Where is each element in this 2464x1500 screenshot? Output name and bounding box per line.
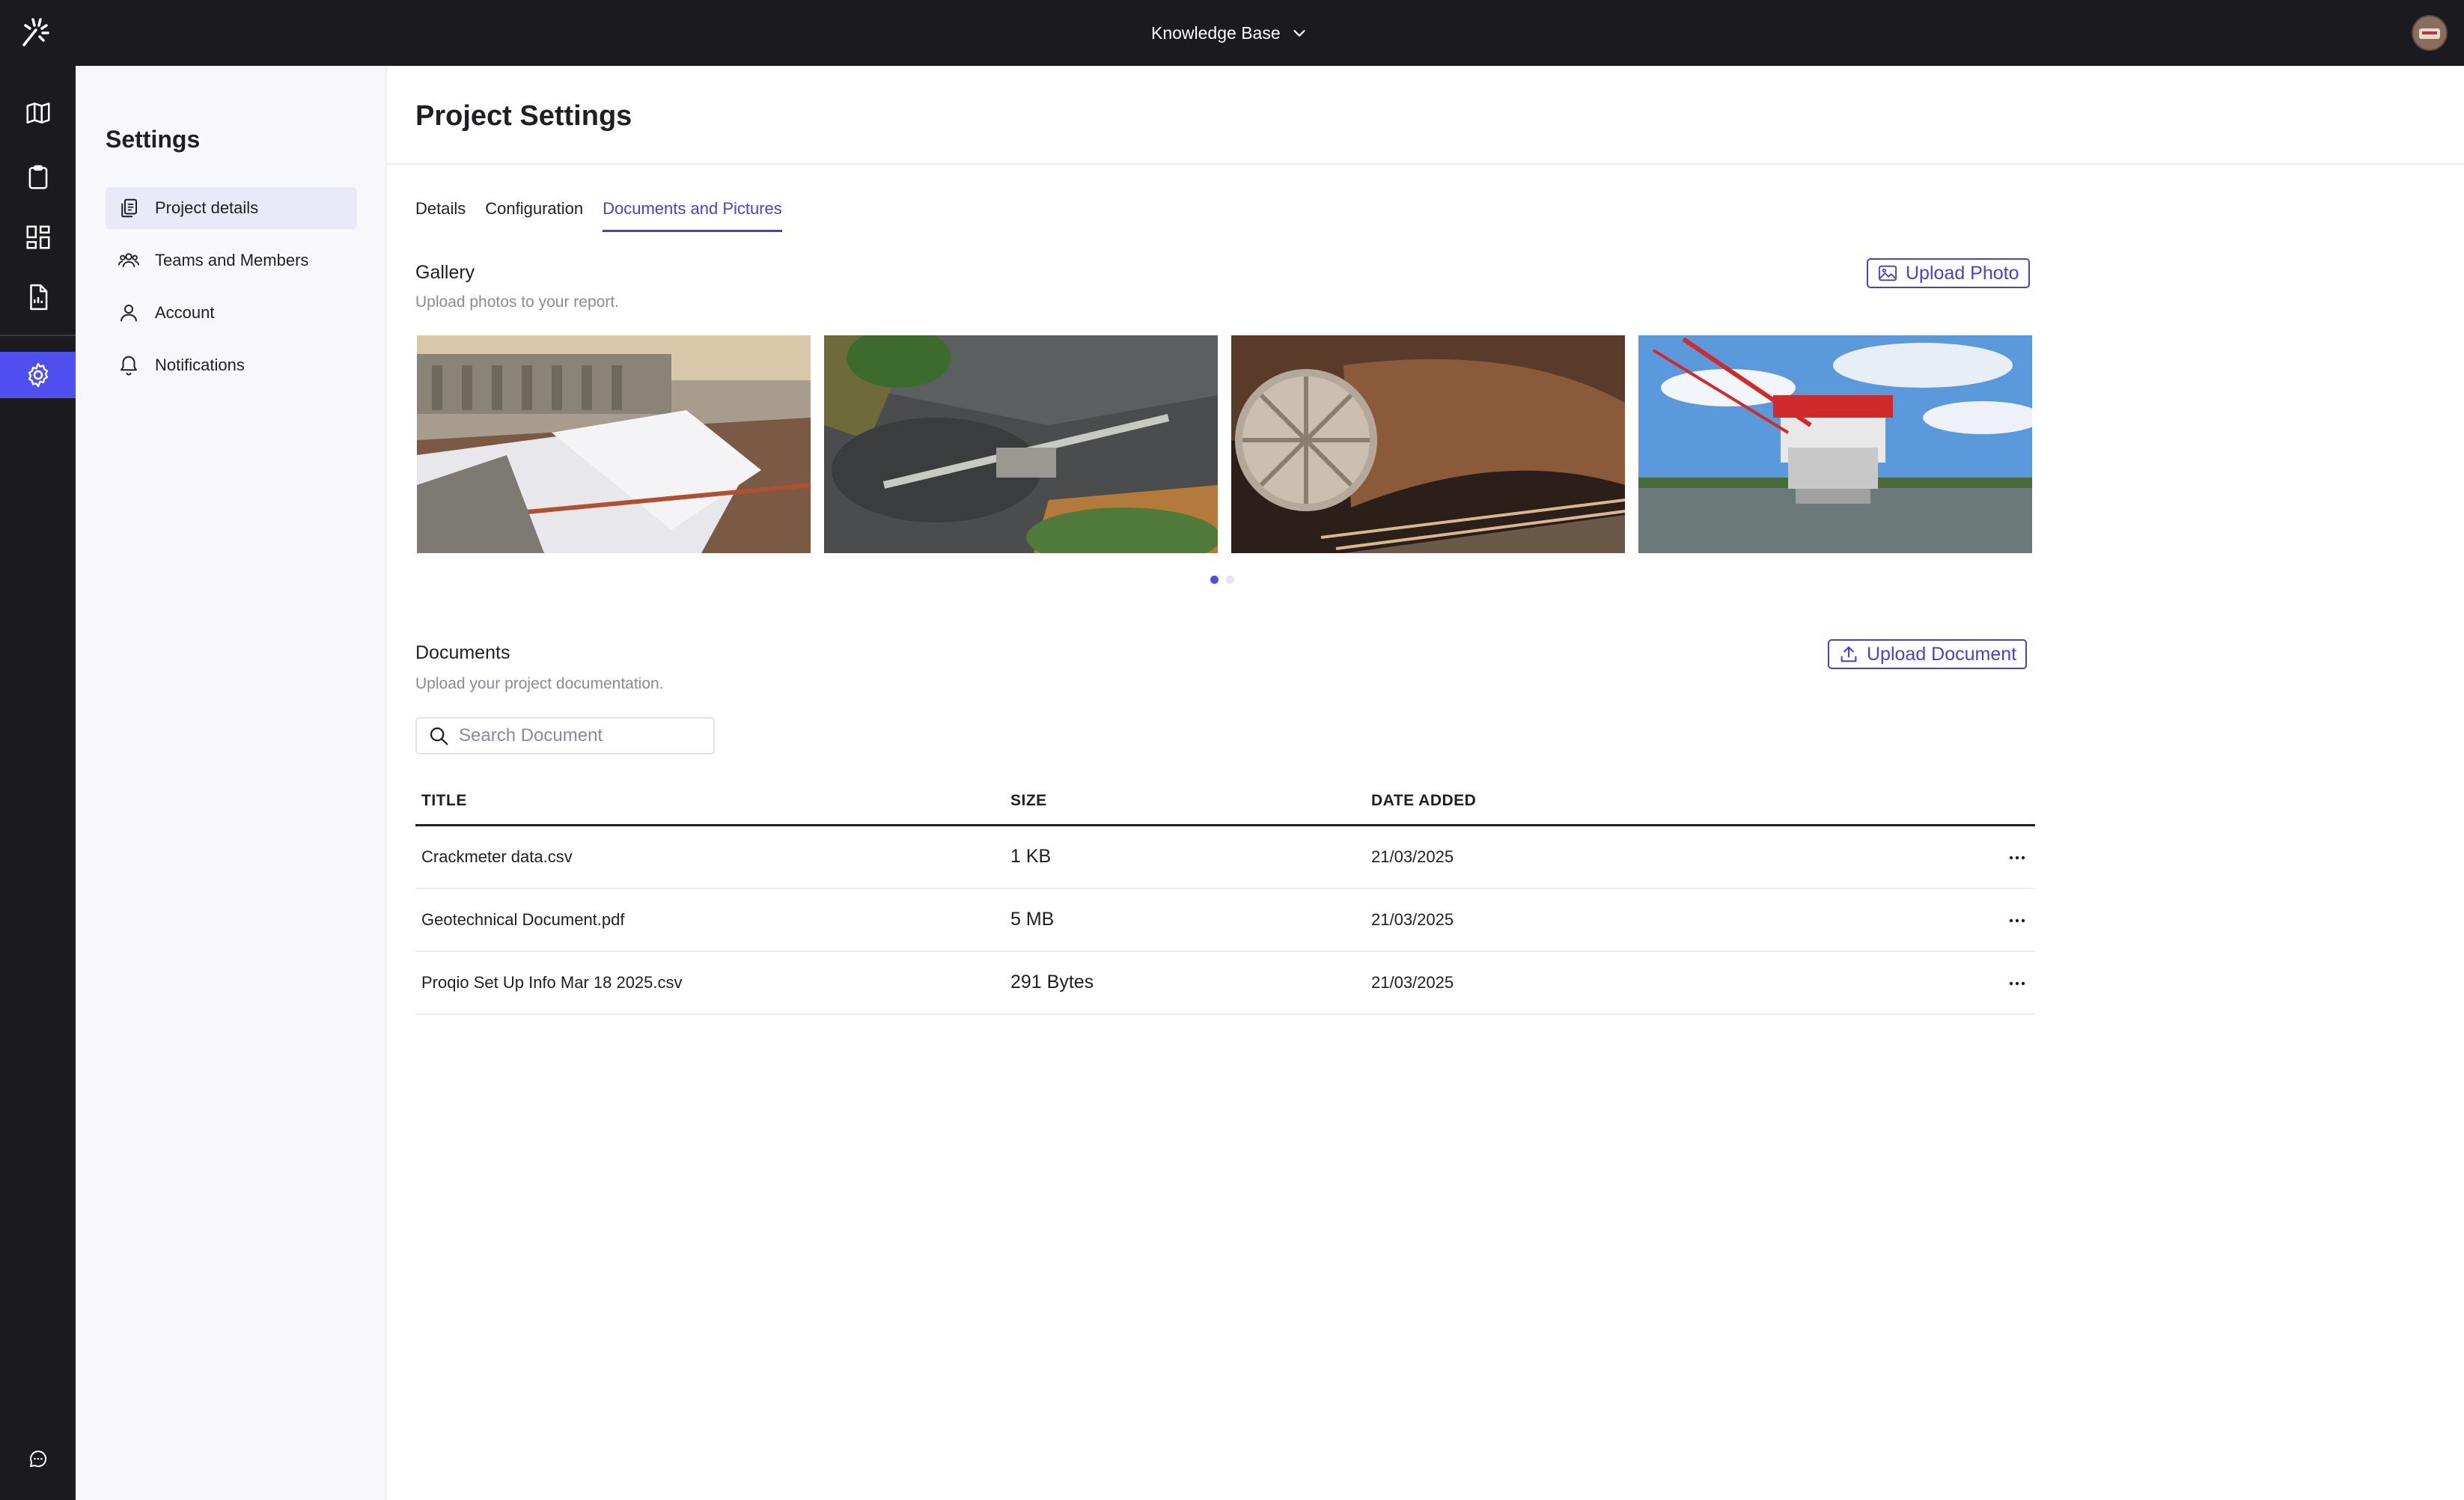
sidebar-item-account[interactable]: Account: [106, 292, 357, 334]
rail-chat-button[interactable]: [0, 1436, 76, 1482]
settings-sidebar: Settings Project details Teams and Membe…: [76, 66, 387, 1500]
document-title: Geotechnical Document.pdf: [421, 910, 625, 929]
image-icon: [1878, 265, 1897, 281]
table-header: TITLE SIZE DATE ADDED: [415, 778, 2035, 826]
document-date: 21/03/2025: [1371, 910, 1454, 929]
tab-configuration[interactable]: Configuration: [485, 193, 583, 232]
sidebar-item-teams[interactable]: Teams and Members: [106, 240, 357, 281]
more-horizontal-icon: [2009, 918, 2025, 923]
row-more-button[interactable]: [2002, 906, 2032, 936]
gallery-subtitle: Upload photos to your report.: [415, 293, 619, 311]
rail-divider: [0, 335, 76, 336]
sidebar-item-label: Account: [155, 303, 215, 322]
upload-photo-label: Upload Photo: [1906, 262, 2019, 284]
document-title: Crackmeter data.csv: [421, 847, 573, 866]
rail-map-button[interactable]: [0, 90, 76, 136]
upload-icon: [1841, 646, 1857, 662]
document-date: 21/03/2025: [1371, 847, 1454, 866]
report-icon: [29, 284, 47, 311]
rail-settings-button[interactable]: [0, 352, 76, 398]
rail-report-button[interactable]: [0, 274, 76, 320]
document-size: 5 MB: [1010, 909, 1055, 930]
search-icon: [430, 727, 448, 746]
upload-document-label: Upload Document: [1867, 643, 2017, 665]
app-logo-icon[interactable]: [16, 13, 54, 51]
tab-documents-and-pictures[interactable]: Documents and Pictures: [603, 193, 782, 232]
sidebar-title: Settings: [106, 126, 201, 153]
top-bar: Knowledge Base: [0, 0, 2464, 66]
gallery-photo-tunnel[interactable]: [1231, 335, 1625, 553]
documents-table: TITLE SIZE DATE ADDED Crackmeter data.cs…: [415, 778, 2035, 1015]
sidebar-item-project-details[interactable]: Project details: [106, 187, 357, 229]
documents-subtitle: Upload your project documentation.: [415, 675, 664, 692]
page-title: Project Settings: [415, 100, 632, 132]
clipboard-icon: [28, 165, 47, 189]
search-input[interactable]: [459, 725, 698, 746]
column-header-title[interactable]: TITLE: [421, 792, 467, 810]
dashboard-icon: [25, 225, 50, 249]
documents-title: Documents: [415, 642, 510, 663]
document-size: 1 KB: [1010, 846, 1052, 867]
tab-details[interactable]: Details: [415, 193, 466, 232]
icon-rail: [0, 66, 76, 1500]
gallery-photo-marine-platform[interactable]: [1638, 335, 2032, 553]
document-size: 291 Bytes: [1010, 972, 1094, 993]
page-header: Project Settings: [387, 66, 2464, 165]
table-row[interactable]: Geotechnical Document.pdf 5 MB 21/03/202…: [415, 889, 2035, 952]
workspace-label: Knowledge Base: [1151, 22, 1281, 43]
sidebar-item-notifications[interactable]: Notifications: [106, 344, 357, 386]
team-icon: [118, 253, 140, 267]
column-header-date[interactable]: DATE ADDED: [1371, 792, 1476, 810]
workspace-selector[interactable]: Knowledge Base: [1151, 18, 1308, 48]
row-more-button[interactable]: [2002, 843, 2032, 873]
settings-tabs: Details Configuration Documents and Pict…: [415, 193, 782, 232]
gallery-pagination: [1210, 576, 1234, 584]
gallery-page-dot[interactable]: [1210, 576, 1219, 584]
gear-icon: [28, 362, 48, 388]
gallery-title: Gallery: [415, 262, 475, 283]
gallery-photo-dam[interactable]: [417, 335, 811, 553]
user-icon: [121, 305, 137, 322]
document-date: 21/03/2025: [1371, 973, 1454, 992]
bell-icon: [121, 356, 137, 376]
sidebar-item-label: Teams and Members: [155, 251, 309, 269]
avatar[interactable]: [2412, 15, 2448, 51]
chevron-down-icon: [1293, 30, 1305, 37]
rail-dashboard-button[interactable]: [0, 214, 76, 260]
table-row[interactable]: Proqio Set Up Info Mar 18 2025.csv 291 B…: [415, 952, 2035, 1015]
copy-document-icon: [121, 198, 137, 218]
upload-photo-button[interactable]: Upload Photo: [1867, 258, 2030, 288]
gallery-page-dot[interactable]: [1226, 576, 1234, 584]
row-more-button[interactable]: [2002, 969, 2032, 999]
upload-document-button[interactable]: Upload Document: [1828, 639, 2028, 669]
gallery-photo-quarry[interactable]: [824, 335, 1218, 553]
table-row[interactable]: Crackmeter data.csv 1 KB 21/03/2025: [415, 826, 2035, 889]
rail-clipboard-button[interactable]: [0, 154, 76, 201]
document-search: [415, 717, 715, 754]
map-icon: [25, 103, 50, 124]
document-title: Proqio Set Up Info Mar 18 2025.csv: [421, 973, 683, 992]
column-header-size[interactable]: SIZE: [1010, 792, 1047, 810]
sidebar-item-label: Project details: [155, 198, 259, 217]
chat-icon: [29, 1450, 46, 1467]
more-horizontal-icon: [2009, 856, 2025, 860]
sidebar-item-label: Notifications: [155, 356, 245, 374]
more-horizontal-icon: [2009, 981, 2025, 986]
